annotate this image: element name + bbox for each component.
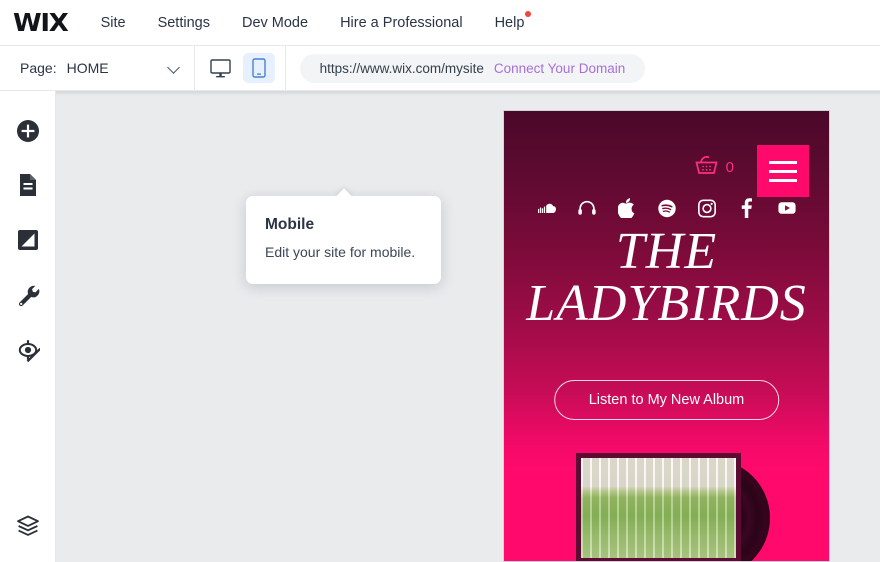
wrench-icon	[18, 285, 40, 307]
headphones-icon[interactable]	[577, 199, 596, 217]
cart-count: 0	[725, 158, 734, 176]
notification-dot-icon	[525, 10, 532, 17]
monitor-icon	[210, 58, 231, 77]
sidebar-item-tools[interactable]	[0, 278, 56, 312]
sidebar-item-layers[interactable]	[0, 509, 56, 543]
desktop-view-button[interactable]	[205, 53, 237, 83]
hamburger-bar	[769, 178, 797, 182]
shopping-cart-icon	[695, 156, 718, 174]
menu-item-label: Hire a Professional	[340, 14, 463, 31]
instagram-icon[interactable]	[697, 199, 716, 217]
wix-logo[interactable]: WIX	[13, 10, 69, 35]
soundcloud-icon[interactable]	[537, 199, 556, 217]
plus-circle-icon	[17, 120, 39, 142]
album-section[interactable]	[570, 449, 776, 561]
menu-item-dev-mode[interactable]: Dev Mode	[226, 0, 324, 46]
hamburger-bar	[769, 160, 797, 164]
top-menu-bar: WIX Site Settings Dev Mode Hire a Profes…	[0, 0, 880, 46]
chevron-down-icon	[169, 63, 180, 74]
band-name-line-2: LADYBIRDS	[526, 275, 807, 333]
menu-item-label: Dev Mode	[241, 14, 309, 31]
band-name-line-1: THE	[615, 223, 718, 280]
sidebar-item-pages[interactable]	[0, 168, 56, 202]
sidebar-item-design-theme[interactable]	[0, 223, 56, 257]
menu-item-hire-a-professional[interactable]: Hire a Professional	[324, 0, 479, 46]
spotify-icon[interactable]	[657, 199, 676, 217]
menu-item-help[interactable]: Help	[479, 0, 541, 46]
tooltip-description: Edit your site for mobile.	[265, 244, 416, 260]
mobile-icon	[251, 58, 266, 78]
album-artwork-frame	[576, 453, 741, 561]
menu-item-site[interactable]: Site	[91, 0, 142, 46]
page-selector[interactable]: Page: HOME	[0, 46, 194, 91]
view-mode-toggle	[195, 46, 285, 91]
hamburger-bar	[769, 169, 797, 173]
toolbar-divider	[284, 45, 286, 91]
site-url-text: https://www.wix.com/mysite	[319, 60, 484, 76]
listen-album-button[interactable]: Listen to My New Album	[553, 380, 780, 420]
sidebar-item-add-element[interactable]	[0, 114, 56, 148]
mobile-mode-tooltip: Mobile Edit your site for mobile.	[246, 196, 441, 284]
apple-icon[interactable]	[618, 198, 636, 218]
theme-square-icon	[18, 230, 38, 250]
menu-item-label: Site	[100, 14, 126, 31]
site-url-bar[interactable]: https://www.wix.com/mysite Connect Your …	[299, 53, 646, 83]
connect-domain-link[interactable]: Connect Your Domain	[494, 61, 625, 76]
mobile-preview-frame[interactable]: 0 THE LADYBIRDS Listen to My New Album	[503, 110, 830, 562]
menu-item-label: Help	[494, 14, 525, 31]
band-name-heading: THE LADYBIRDS	[504, 223, 829, 333]
site-header: 0	[504, 133, 829, 197]
layers-icon	[17, 515, 39, 536]
document-icon	[20, 174, 36, 196]
menu-item-label: Settings	[157, 14, 210, 31]
cart-widget[interactable]: 0	[691, 155, 734, 179]
wix-editor-window: WIX Site Settings Dev Mode Hire a Profes…	[0, 0, 880, 562]
hamburger-menu-button[interactable]	[757, 145, 809, 197]
sidebar-item-hidden-elements[interactable]	[0, 333, 56, 367]
tooltip-title: Mobile	[265, 216, 315, 233]
menu-item-settings[interactable]: Settings	[142, 0, 226, 46]
left-sidebar	[0, 91, 56, 562]
mobile-view-button[interactable]	[242, 53, 275, 83]
eye-hidden-icon	[18, 340, 40, 362]
page-selector-value: HOME	[66, 60, 109, 76]
facebook-icon[interactable]	[738, 198, 756, 218]
page-toolbar: Page: HOME https://www.wix.com/mysite Co…	[0, 45, 880, 91]
album-artwork	[581, 458, 736, 558]
page-selector-label: Page:	[20, 60, 57, 76]
editor-canvas[interactable]: 0 THE LADYBIRDS Listen to My New Album M…	[56, 91, 880, 562]
social-links-row	[504, 198, 829, 218]
youtube-icon[interactable]	[777, 199, 796, 217]
